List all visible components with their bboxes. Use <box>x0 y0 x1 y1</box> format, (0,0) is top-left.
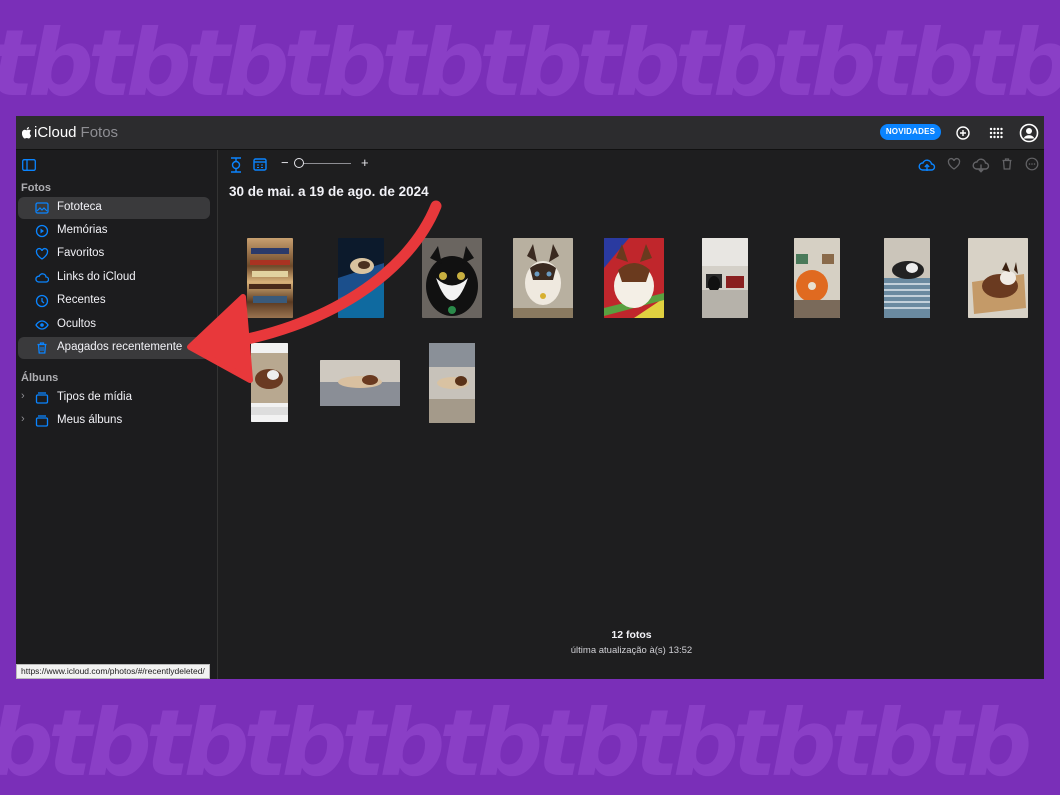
sidebar-item-meus-albuns[interactable]: › Meus álbuns <box>18 410 210 432</box>
delete-trash-icon[interactable] <box>1000 157 1014 171</box>
eye-icon <box>35 320 49 330</box>
photo-image <box>429 343 475 423</box>
sidebar-item-label: Links do iCloud <box>57 271 136 283</box>
library-icon <box>35 202 49 214</box>
app-brand[interactable]: iCloud Fotos <box>22 124 118 141</box>
status-bar-url: https://www.icloud.com/photos/#/recently… <box>16 664 210 679</box>
brand-name: iCloud <box>34 124 77 141</box>
photo-thumbnail[interactable] <box>513 238 573 318</box>
filter-icon[interactable] <box>229 157 243 173</box>
photo-image <box>604 238 664 318</box>
clock-icon <box>35 294 49 308</box>
sidebar-item-recentes[interactable]: Recentes <box>18 290 210 312</box>
sidebar-item-label: Meus álbuns <box>57 414 123 426</box>
photo-thumbnail[interactable] <box>884 238 930 318</box>
sidebar-item-links-icloud[interactable]: Links do iCloud <box>18 267 210 289</box>
trash-icon <box>37 342 47 354</box>
sidebar-toggle-icon[interactable] <box>22 159 36 171</box>
zoom-in-button[interactable]: + <box>361 155 369 170</box>
sidebar-item-label: Favoritos <box>57 247 105 259</box>
sidebar: Fotos Fototeca Memórias Favoritos Links … <box>16 150 218 679</box>
photo-thumbnail[interactable] <box>247 238 293 318</box>
sidebar-item-tipos-de-midia[interactable]: › Tipos de mídia <box>18 387 210 409</box>
app-grid-icon[interactable] <box>987 124 1005 142</box>
icloud-photos-window: iCloud Fotos NOVIDADES Fotos Fototeca Me… <box>16 116 1044 679</box>
photo-image <box>320 360 400 406</box>
top-bar: iCloud Fotos NOVIDADES <box>16 116 1044 150</box>
chevron-right-icon[interactable]: › <box>21 413 25 425</box>
sidebar-item-memorias[interactable]: Memórias <box>18 220 210 242</box>
photo-thumbnail[interactable] <box>320 360 400 406</box>
memories-icon <box>35 224 49 238</box>
photo-thumbnail[interactable] <box>794 238 840 318</box>
sidebar-item-label: Memórias <box>57 224 108 236</box>
date-range-title: 30 de mai. a 19 de ago. de 2024 <box>229 184 429 199</box>
news-button[interactable]: NOVIDADES <box>880 124 941 140</box>
more-options-icon[interactable] <box>1025 157 1039 171</box>
add-circle-icon[interactable] <box>954 124 972 142</box>
photo-image <box>513 238 573 318</box>
sidebar-item-label: Recentes <box>57 294 106 306</box>
last-update-text: última atualização à(s) 13:52 <box>570 645 693 656</box>
sidebar-item-ocultos[interactable]: Ocultos <box>18 314 210 336</box>
photo-thumbnail[interactable] <box>968 238 1028 318</box>
section-header-fotos: Fotos <box>21 182 51 194</box>
folder-icon <box>35 392 49 404</box>
favorite-heart-icon[interactable] <box>947 157 961 171</box>
calendar-icon[interactable] <box>253 157 267 171</box>
photo-thumbnail[interactable] <box>429 343 475 423</box>
sidebar-item-favoritos[interactable]: Favoritos <box>18 243 210 265</box>
heart-icon <box>35 247 49 260</box>
photo-thumbnail[interactable] <box>604 238 664 318</box>
photo-image <box>422 238 482 318</box>
photo-image <box>702 238 748 318</box>
chevron-right-icon[interactable]: › <box>21 390 25 402</box>
upload-icon[interactable] <box>918 157 936 173</box>
product-name: Fotos <box>80 124 119 141</box>
photo-count: 12 fotos <box>611 629 652 641</box>
zoom-slider-handle[interactable] <box>294 158 304 168</box>
folder-icon <box>35 415 49 427</box>
photo-image <box>968 238 1028 318</box>
photo-thumbnail[interactable] <box>251 343 288 422</box>
photo-image <box>249 248 291 303</box>
photo-thumbnail[interactable] <box>422 238 482 318</box>
photo-image <box>251 343 288 422</box>
sidebar-item-label: Tipos de mídia <box>57 391 132 403</box>
sidebar-item-label: Ocultos <box>57 318 96 330</box>
sidebar-item-label: Apagados recentemente <box>57 341 183 353</box>
photo-image <box>338 258 384 318</box>
sidebar-item-fototeca[interactable]: Fototeca <box>18 197 210 219</box>
zoom-out-button[interactable]: − <box>281 155 289 170</box>
sidebar-item-apagados-recentemente[interactable]: Apagados recentemente <box>18 337 210 359</box>
download-icon[interactable] <box>972 157 990 173</box>
sidebar-item-label: Fototeca <box>57 201 102 213</box>
account-icon[interactable] <box>1019 123 1039 143</box>
cloud-link-icon <box>35 273 49 283</box>
photo-thumbnail[interactable] <box>338 238 384 318</box>
photo-thumbnail[interactable] <box>702 238 748 318</box>
photo-image <box>884 238 930 318</box>
main-content: − + 30 de mai. a 19 de ago. de 2024 12 f… <box>219 150 1044 679</box>
section-header-albuns: Álbuns <box>21 372 59 384</box>
zoom-slider-track[interactable] <box>303 163 351 164</box>
photo-image <box>794 238 840 318</box>
apple-logo-icon <box>22 127 32 139</box>
